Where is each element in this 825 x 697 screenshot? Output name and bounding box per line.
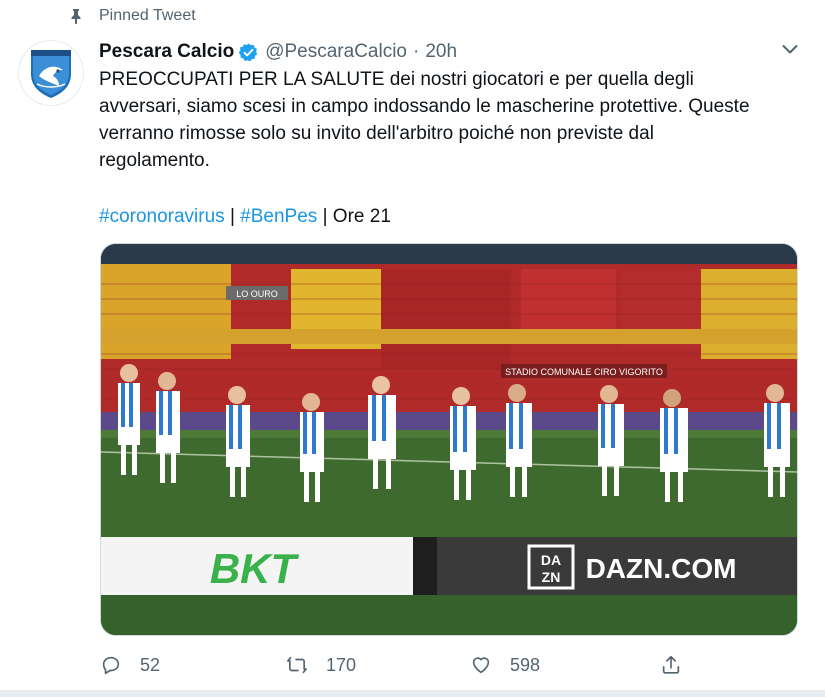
avatar[interactable] bbox=[18, 40, 84, 106]
tag-separator: | bbox=[224, 206, 241, 227]
user-handle[interactable]: @PescaraCalcio bbox=[265, 41, 407, 63]
display-name[interactable]: Pescara Calcio bbox=[99, 41, 234, 63]
reply-count: 52 bbox=[140, 654, 161, 675]
dazn-logo-bottom: ZN bbox=[542, 569, 561, 585]
share-button[interactable] bbox=[660, 650, 682, 680]
tweet-text: PREOCCUPATI PER LA SALUTE dei nostri gio… bbox=[99, 66, 789, 174]
retweet-count: 170 bbox=[326, 654, 357, 675]
tweet-text-line: PREOCCUPATI PER LA SALUTE dei nostri gio… bbox=[99, 69, 694, 90]
divider bbox=[0, 690, 825, 697]
ad-board-bkt: BKT bbox=[210, 545, 300, 592]
club-crest-logo bbox=[31, 50, 71, 98]
heart-icon bbox=[472, 657, 490, 674]
team-photo-illustration: LO OURO STADIO COMUNALE CIRO VIGORITO BK… bbox=[101, 244, 797, 635]
tweet-timestamp[interactable]: 20h bbox=[425, 41, 457, 63]
dazn-logo-top: DA bbox=[541, 552, 561, 568]
pinned-label: Pinned Tweet bbox=[99, 7, 196, 24]
stadium-sign: STADIO COMUNALE CIRO VIGORITO bbox=[505, 367, 663, 377]
tweet-photo[interactable]: LO OURO STADIO COMUNALE CIRO VIGORITO BK… bbox=[100, 243, 798, 636]
pinned-indicator: Pinned Tweet bbox=[68, 7, 196, 25]
pin-icon bbox=[71, 9, 81, 24]
like-button[interactable]: 598 bbox=[470, 650, 540, 680]
hashtag-link[interactable]: #coronoravirus bbox=[99, 206, 225, 227]
tweet-text-line: verranno rimosse solo su invito dell'arb… bbox=[99, 123, 654, 144]
stand-small-sign: LO OURO bbox=[236, 289, 278, 299]
tag-separator: | bbox=[317, 206, 333, 227]
reply-button[interactable]: 52 bbox=[100, 650, 160, 680]
tweet-text-line: avversari, siamo scesi in campo indossan… bbox=[99, 96, 750, 117]
tweet-actions: 52 170 598 bbox=[100, 650, 700, 680]
separator-dot: · bbox=[413, 41, 420, 62]
share-icon bbox=[662, 655, 680, 674]
tweet-text-tail: Ore 21 bbox=[332, 206, 391, 227]
retweet-icon bbox=[287, 656, 307, 674]
retweet-button[interactable]: 170 bbox=[286, 650, 356, 680]
reply-icon bbox=[102, 656, 120, 675]
tweet-card[interactable]: Pinned Tweet Pescara Calcio @PescaraCalc… bbox=[0, 0, 825, 697]
like-count: 598 bbox=[510, 654, 541, 675]
ad-board-dazn: DAZN.COM bbox=[586, 553, 737, 584]
verified-badge-icon bbox=[238, 42, 258, 61]
tweet-text-line: regolamento. bbox=[99, 150, 210, 171]
tweet-header: Pescara Calcio @PescaraCalcio · 20h bbox=[99, 39, 457, 65]
tweet-tags: #coronoravirus | #BenPes | Ore 21 bbox=[99, 203, 391, 230]
chevron-down-icon[interactable] bbox=[781, 40, 799, 58]
hashtag-link[interactable]: #BenPes bbox=[240, 206, 317, 227]
